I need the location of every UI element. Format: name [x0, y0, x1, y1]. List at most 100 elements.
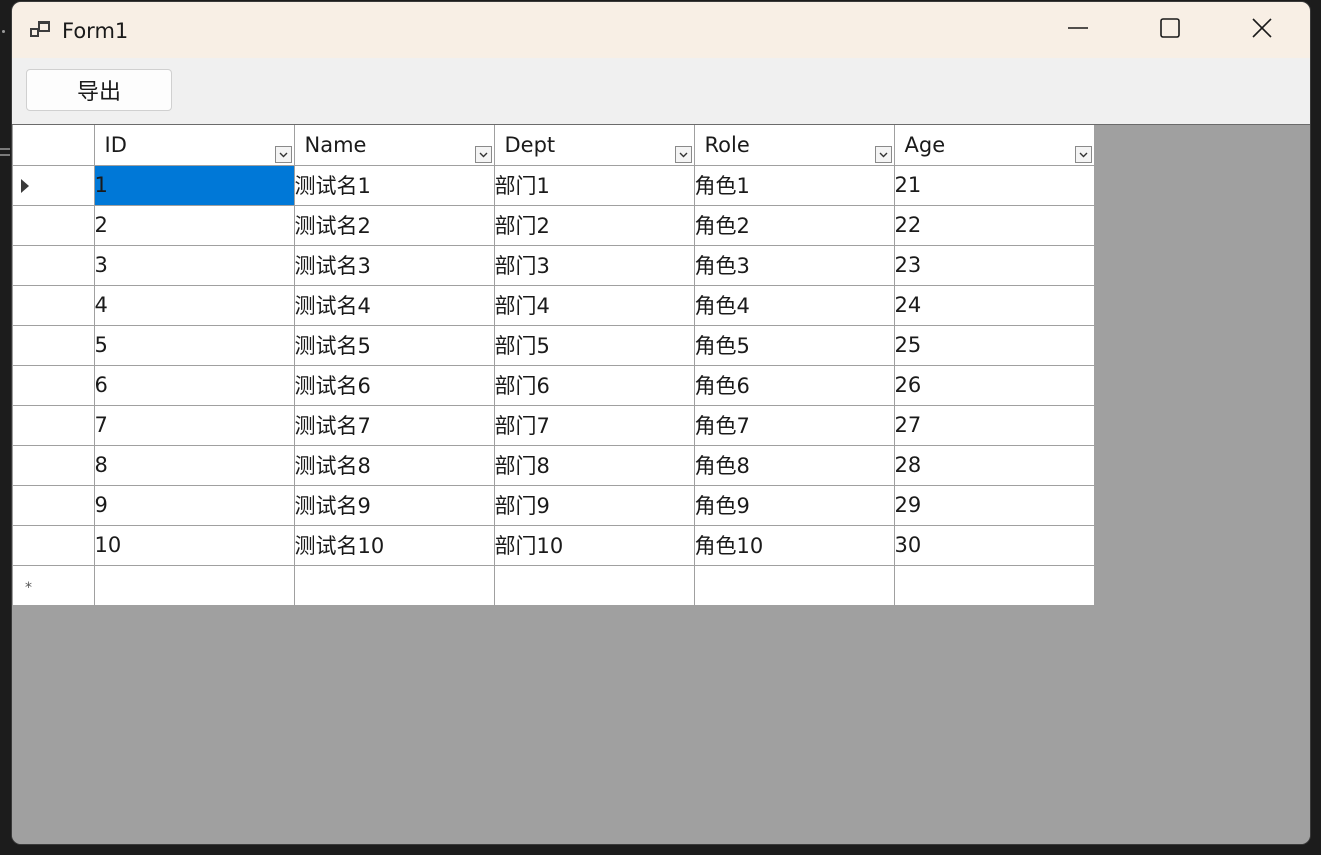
cell-age[interactable]: 23: [894, 245, 1095, 286]
cell-name[interactable]: 测试名4: [294, 285, 495, 326]
table-row[interactable]: 1 测试名1 部门1 角色1 21: [13, 165, 1095, 206]
cell-name[interactable]: 测试名6: [294, 365, 495, 406]
cell-age[interactable]: 26: [894, 365, 1095, 406]
cell-age[interactable]: 30: [894, 525, 1095, 566]
cell-dept[interactable]: 部门3: [494, 245, 695, 286]
filter-dropdown-icon[interactable]: [674, 145, 692, 163]
new-row-cell-dept[interactable]: [494, 565, 695, 606]
row-header[interactable]: [13, 325, 95, 366]
cell-dept[interactable]: 部门5: [494, 325, 695, 366]
row-header[interactable]: [13, 205, 95, 246]
cell-name[interactable]: 测试名10: [294, 525, 495, 566]
cell-role[interactable]: 角色4: [694, 285, 895, 326]
cell-dept[interactable]: 部门9: [494, 485, 695, 526]
cell-id[interactable]: 8: [94, 445, 295, 486]
table-row[interactable]: 5 测试名5 部门5 角色5 25: [13, 325, 1095, 366]
table-row[interactable]: 8 测试名8 部门8 角色8 28: [13, 445, 1095, 486]
new-row-header[interactable]: *: [13, 565, 95, 606]
table-row[interactable]: 4 测试名4 部门4 角色4 24: [13, 285, 1095, 326]
cell-dept[interactable]: 部门4: [494, 285, 695, 326]
export-button[interactable]: 导出: [26, 69, 172, 111]
row-header[interactable]: [13, 485, 95, 526]
title-bar[interactable]: Form1: [12, 2, 1310, 58]
cell-name[interactable]: 测试名8: [294, 445, 495, 486]
cell-role[interactable]: 角色7: [694, 405, 895, 446]
grid-header-row: ID Name Dept Role Age: [13, 125, 1095, 166]
cell-dept[interactable]: 部门7: [494, 405, 695, 446]
cell-id[interactable]: 9: [94, 485, 295, 526]
row-header[interactable]: [13, 525, 95, 566]
column-header-dept[interactable]: Dept: [494, 125, 695, 166]
close-button[interactable]: [1216, 2, 1308, 58]
filter-dropdown-icon[interactable]: [474, 145, 492, 163]
column-header-role[interactable]: Role: [694, 125, 895, 166]
cell-id[interactable]: 3: [94, 245, 295, 286]
cell-age[interactable]: 24: [894, 285, 1095, 326]
row-header[interactable]: [13, 285, 95, 326]
cell-age[interactable]: 28: [894, 445, 1095, 486]
cell-id[interactable]: 4: [94, 285, 295, 326]
cell-dept[interactable]: 部门1: [494, 165, 695, 206]
desktop-edge-lines: [0, 148, 10, 156]
table-row[interactable]: 10 测试名10 部门10 角色10 30: [13, 525, 1095, 566]
row-header[interactable]: [13, 405, 95, 446]
cell-id[interactable]: 2: [94, 205, 295, 246]
grid-corner-header[interactable]: [13, 125, 95, 166]
minimize-button[interactable]: [1032, 2, 1124, 58]
cell-id[interactable]: 6: [94, 365, 295, 406]
filter-dropdown-icon[interactable]: [874, 145, 892, 163]
form-window: Form1 导出 ID Name Dept Role Age 1 测试名1 部门…: [12, 2, 1310, 844]
table-row[interactable]: 2 测试名2 部门2 角色2 22: [13, 205, 1095, 246]
cell-id[interactable]: 10: [94, 525, 295, 566]
column-header-age[interactable]: Age: [894, 125, 1095, 166]
cell-id[interactable]: 7: [94, 405, 295, 446]
cell-name[interactable]: 测试名5: [294, 325, 495, 366]
cell-name[interactable]: 测试名3: [294, 245, 495, 286]
maximize-button[interactable]: [1124, 2, 1216, 58]
cell-age[interactable]: 25: [894, 325, 1095, 366]
cell-name[interactable]: 测试名7: [294, 405, 495, 446]
cell-role[interactable]: 角色2: [694, 205, 895, 246]
data-grid-view[interactable]: ID Name Dept Role Age 1 测试名1 部门1 角色1 21 …: [12, 125, 1310, 844]
table-row[interactable]: 9 测试名9 部门9 角色9 29: [13, 485, 1095, 526]
cell-dept[interactable]: 部门2: [494, 205, 695, 246]
row-header[interactable]: [13, 365, 95, 406]
cell-age[interactable]: 29: [894, 485, 1095, 526]
column-header-label: Role: [704, 133, 750, 157]
cell-role[interactable]: 角色9: [694, 485, 895, 526]
cell-id[interactable]: 5: [94, 325, 295, 366]
table-row[interactable]: 6 测试名6 部门6 角色6 26: [13, 365, 1095, 406]
filter-dropdown-icon[interactable]: [1074, 145, 1092, 163]
cell-age[interactable]: 27: [894, 405, 1095, 446]
cell-dept[interactable]: 部门10: [494, 525, 695, 566]
column-header-name[interactable]: Name: [294, 125, 495, 166]
row-header[interactable]: [13, 245, 95, 286]
window-title: Form1: [62, 19, 129, 43]
cell-age[interactable]: 21: [894, 165, 1095, 206]
minimize-icon: [1067, 17, 1089, 43]
table-row[interactable]: 3 测试名3 部门3 角色3 23: [13, 245, 1095, 286]
cell-name[interactable]: 测试名2: [294, 205, 495, 246]
cell-dept[interactable]: 部门8: [494, 445, 695, 486]
cell-dept[interactable]: 部门6: [494, 365, 695, 406]
cell-role[interactable]: 角色6: [694, 365, 895, 406]
cell-name[interactable]: 测试名1: [294, 165, 495, 206]
cell-role[interactable]: 角色8: [694, 445, 895, 486]
new-row-cell-id[interactable]: [94, 565, 295, 606]
cell-role[interactable]: 角色5: [694, 325, 895, 366]
cell-role[interactable]: 角色3: [694, 245, 895, 286]
new-row[interactable]: *: [13, 565, 1095, 606]
cell-name[interactable]: 测试名9: [294, 485, 495, 526]
cell-age[interactable]: 22: [894, 205, 1095, 246]
table-row[interactable]: 7 测试名7 部门7 角色7 27: [13, 405, 1095, 446]
new-row-cell-name[interactable]: [294, 565, 495, 606]
row-header[interactable]: [13, 165, 95, 206]
new-row-cell-role[interactable]: [694, 565, 895, 606]
column-header-id[interactable]: ID: [94, 125, 295, 166]
cell-role[interactable]: 角色1: [694, 165, 895, 206]
cell-id[interactable]: 1: [94, 165, 295, 206]
row-header[interactable]: [13, 445, 95, 486]
cell-role[interactable]: 角色10: [694, 525, 895, 566]
filter-dropdown-icon[interactable]: [274, 145, 292, 163]
new-row-cell-age[interactable]: [894, 565, 1095, 606]
